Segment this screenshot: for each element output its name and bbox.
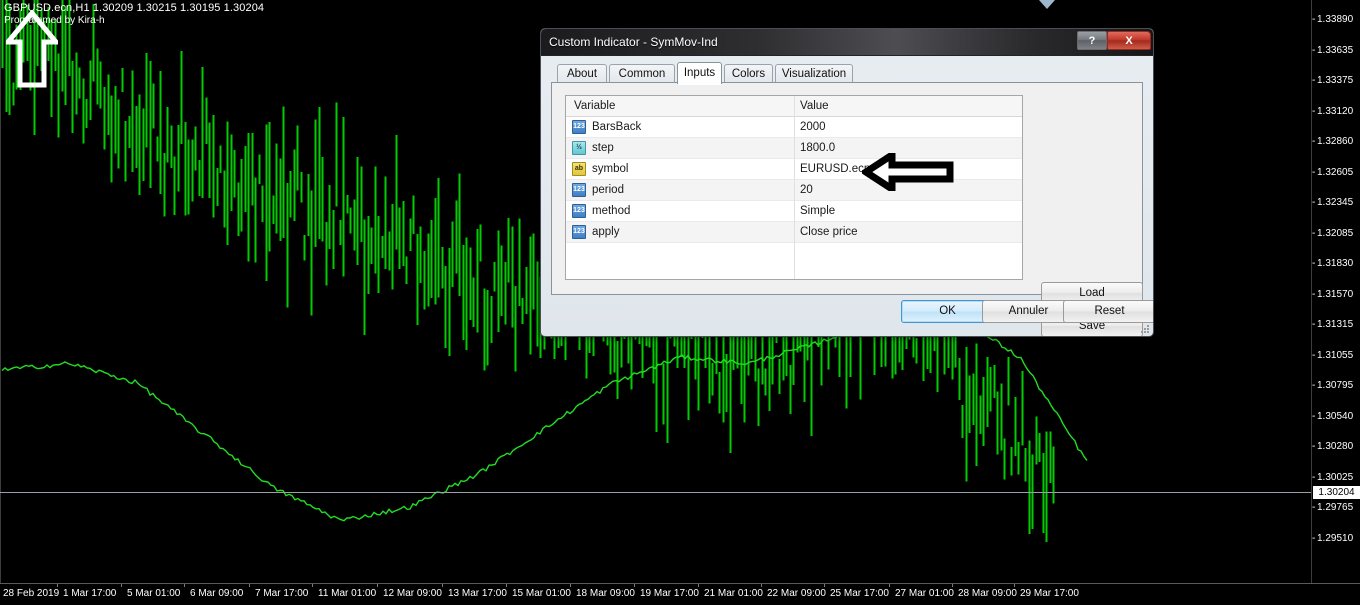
- parameter-name: period: [592, 182, 624, 198]
- time-tick-separator: [1014, 584, 1015, 587]
- help-button[interactable]: ?: [1077, 31, 1107, 50]
- chart-top-marker-icon: [1038, 0, 1056, 10]
- time-tick-separator: [698, 584, 699, 587]
- price-tick: -1.32085: [1312, 228, 1360, 239]
- time-axis[interactable]: 28 Feb 2019 1 Mar 17:00 5 Mar 01:00 6 Mar 0…: [0, 583, 1360, 605]
- close-button[interactable]: X: [1107, 31, 1151, 50]
- time-tick-separator: [312, 584, 313, 587]
- time-tick: 15 Mar 01:00: [512, 588, 571, 600]
- double-icon: ½: [572, 141, 586, 155]
- resize-grip-icon[interactable]: [1140, 324, 1150, 334]
- price-tick: -1.30795: [1312, 380, 1360, 391]
- parameter-value[interactable]: 1800.0: [800, 140, 835, 156]
- parameter-value[interactable]: 20: [800, 182, 813, 198]
- price-tick: -1.30025: [1312, 472, 1360, 483]
- time-tick: 7 Mar 17:00: [255, 588, 308, 600]
- tab-inputs[interactable]: Inputs: [677, 62, 722, 84]
- int-icon: 123: [572, 225, 586, 239]
- price-tick: -1.32860: [1312, 136, 1360, 147]
- time-tick: 28 Mar 09:00: [958, 588, 1017, 600]
- price-tick: -1.29765: [1312, 502, 1360, 513]
- time-tick: 29 Mar 17:00: [1020, 588, 1079, 600]
- tab-about[interactable]: About: [557, 64, 607, 83]
- parameters-table[interactable]: Variable Value 123 BarsBack 2000 ½ step 1800.…: [565, 95, 1023, 280]
- time-tick: 27 Mar 01:00: [895, 588, 954, 600]
- time-tick: 28 Feb 2019: [3, 588, 59, 600]
- string-icon: ab: [572, 162, 586, 176]
- inputs-panel: Variable Value 123 BarsBack 2000 ½ step 1800.…: [551, 83, 1143, 295]
- price-tick: -1.31315: [1312, 319, 1360, 330]
- parameter-name: symbol: [592, 161, 628, 177]
- dialog-tabs[interactable]: AboutCommonInputsColorsVisualization: [551, 62, 1143, 83]
- time-tick: 21 Mar 01:00: [704, 588, 763, 600]
- int-icon: 123: [572, 204, 586, 218]
- int-icon: 123: [572, 183, 586, 197]
- parameter-name: BarsBack: [592, 119, 641, 135]
- up-arrow-annotation-icon: [6, 10, 58, 88]
- price-tick: -1.33120: [1312, 106, 1360, 117]
- time-tick: 1 Mar 17:00: [63, 588, 116, 600]
- time-tick-separator: [121, 584, 122, 587]
- time-tick-separator: [184, 584, 185, 587]
- parameter-value[interactable]: EURUSD.ecn: [800, 161, 870, 177]
- price-tick: -1.30280: [1312, 441, 1360, 452]
- price-axis[interactable]: -1.33890 -1.33635 -1.33375 -1.33120 -1.32860…: [1311, 0, 1360, 583]
- time-tick: 25 Mar 17:00: [830, 588, 889, 600]
- dialog-titlebar[interactable]: Custom Indicator - SymMov-Ind ? X: [541, 29, 1153, 56]
- reset-button[interactable]: Reset: [1063, 300, 1154, 323]
- cancel-button[interactable]: Annuler: [982, 300, 1075, 323]
- price-tick: -1.31055: [1312, 350, 1360, 361]
- dialog-title: Custom Indicator - SymMov-Ind: [549, 34, 718, 50]
- column-header-variable: Variable: [574, 99, 615, 114]
- current-price-label: 1.30204: [1313, 486, 1360, 499]
- time-tick: 22 Mar 09:00: [767, 588, 826, 600]
- parameter-name: step: [592, 140, 614, 156]
- time-tick: 5 Mar 01:00: [127, 588, 180, 600]
- time-tick: 19 Mar 17:00: [640, 588, 699, 600]
- active-tab-mask: [678, 82, 721, 85]
- time-tick-separator: [57, 584, 58, 587]
- time-tick-separator: [761, 584, 762, 587]
- time-tick-separator: [824, 584, 825, 587]
- time-tick: 18 Mar 09:00: [576, 588, 635, 600]
- parameter-value[interactable]: 2000: [800, 119, 826, 135]
- time-tick-separator: [952, 584, 953, 587]
- ok-button[interactable]: OK: [901, 300, 994, 323]
- parameter-value[interactable]: Close price: [800, 224, 858, 240]
- time-tick-separator: [570, 584, 571, 587]
- tab-colors[interactable]: Colors: [724, 64, 773, 83]
- parameter-name: apply: [592, 224, 620, 240]
- time-tick-separator: [442, 584, 443, 587]
- price-tick: -1.31570: [1312, 289, 1360, 300]
- time-tick-separator: [634, 584, 635, 587]
- tab-visualization[interactable]: Visualization: [775, 64, 853, 83]
- time-tick-separator: [506, 584, 507, 587]
- price-tick: -1.32345: [1312, 197, 1360, 208]
- time-tick-separator: [889, 584, 890, 587]
- column-divider: [794, 96, 795, 280]
- int-icon: 123: [572, 120, 586, 134]
- column-header-value: Value: [800, 99, 829, 114]
- price-tick: -1.31830: [1312, 258, 1360, 269]
- parameter-name: method: [592, 203, 630, 219]
- time-tick: 11 Mar 01:00: [318, 588, 376, 600]
- price-tick: -1.29510: [1312, 533, 1360, 544]
- price-tick: -1.30540: [1312, 411, 1360, 422]
- price-tick: -1.32605: [1312, 167, 1360, 178]
- time-tick-separator: [377, 584, 378, 587]
- price-tick: -1.33375: [1312, 75, 1360, 86]
- parameter-value[interactable]: Simple: [800, 203, 835, 219]
- time-tick: 13 Mar 17:00: [448, 588, 507, 600]
- price-tick: -1.33635: [1312, 45, 1360, 56]
- left-arrow-annotation-icon: [862, 153, 954, 191]
- time-tick-separator: [249, 584, 250, 587]
- price-tick: -1.33890: [1312, 14, 1360, 25]
- time-tick: 6 Mar 09:00: [190, 588, 243, 600]
- time-tick: 12 Mar 09:00: [383, 588, 442, 600]
- mt4-chart-window: GBPUSD.ecn,H1 1.30209 1.30215 1.30195 1.…: [0, 0, 1360, 605]
- custom-indicator-dialog[interactable]: Custom Indicator - SymMov-Ind ? X AboutC…: [540, 28, 1154, 337]
- tab-common[interactable]: Common: [609, 64, 675, 83]
